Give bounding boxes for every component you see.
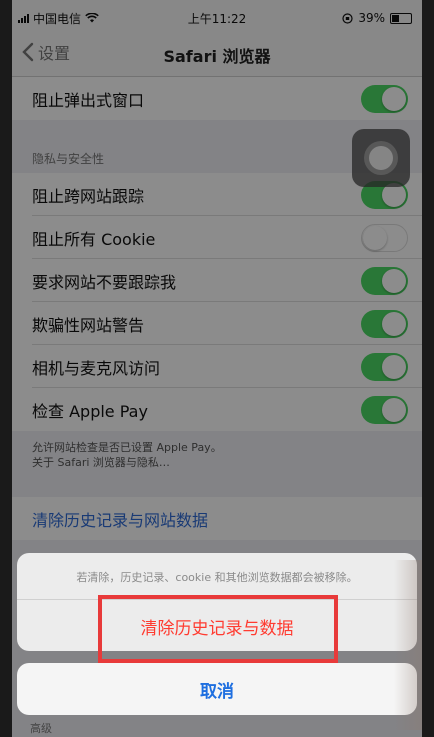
cancel-button[interactable]: 取消 bbox=[17, 663, 417, 715]
phone-screen: 中国电信 上午11:22 39% 设置 Safari 浏览器 阻止弹出式窗口 隐… bbox=[12, 0, 422, 737]
action-sheet-message: 若清除，历史记录、cookie 和其他浏览数据都会被移除。 bbox=[76, 571, 358, 584]
advanced-peek-text: 高级 bbox=[30, 722, 52, 735]
finger-shadow bbox=[394, 560, 422, 730]
annotation-highlight-box bbox=[98, 595, 338, 663]
cancel-label: 取消 bbox=[200, 682, 234, 702]
